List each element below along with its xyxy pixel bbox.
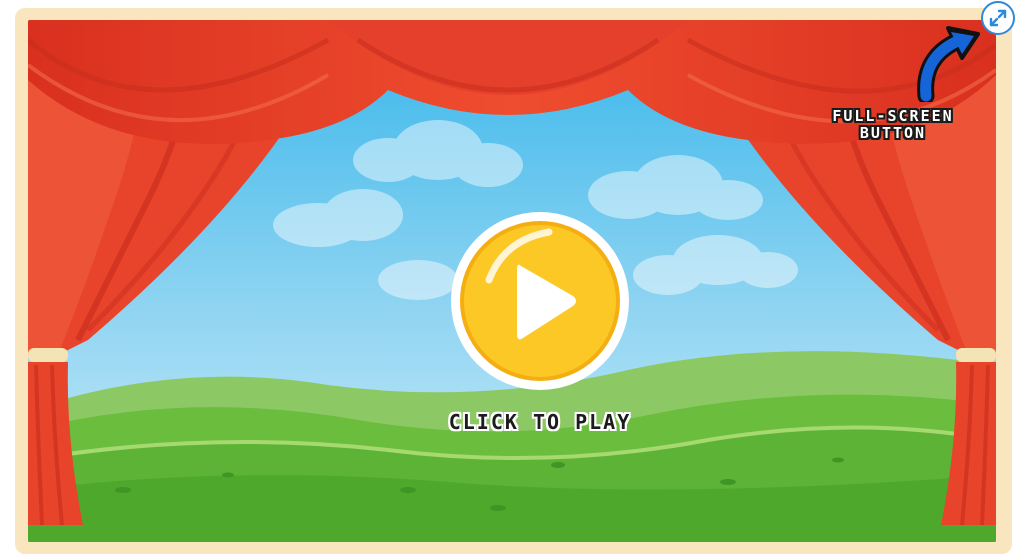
expand-arrows-icon [989,9,1007,27]
game-stage[interactable]: CLICK TO PLAY [28,20,996,542]
play-triangle-icon [451,212,629,390]
fullscreen-button[interactable] [981,1,1015,35]
fullscreen-annotation: FULL-SCREEN BUTTON [800,108,986,142]
play-button[interactable] [449,210,631,392]
annotation-line-2: BUTTON [859,124,927,142]
curved-arrow-icon [917,26,980,102]
click-to-play-label: CLICK TO PLAY [448,410,632,434]
annotation-line-1: FULL-SCREEN [832,107,954,125]
